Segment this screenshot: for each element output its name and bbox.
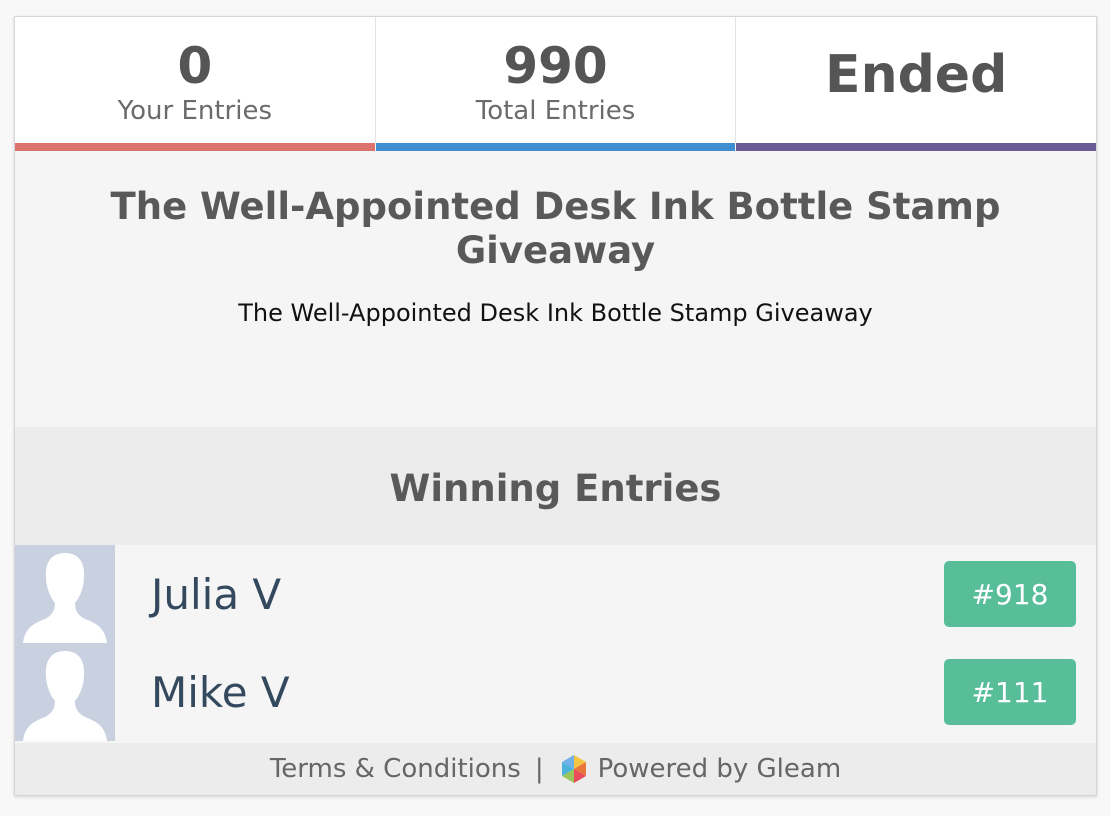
winners-heading: Winning Entries (389, 466, 722, 510)
entry-number-badge: #918 (944, 561, 1076, 627)
giveaway-description-section: The Well-Appointed Desk Ink Bottle Stamp… (15, 151, 1096, 427)
stats-bar: 0 Your Entries 990 Total Entries Ended (15, 17, 1096, 151)
winners-header: Winning Entries (15, 427, 1096, 545)
total-entries-count: 990 (503, 37, 608, 95)
gleam-widget: 0 Your Entries 990 Total Entries Ended T… (14, 16, 1097, 796)
status-stat: Ended (736, 17, 1096, 151)
your-entries-count: 0 (177, 37, 213, 95)
giveaway-status: Ended (825, 45, 1008, 105)
giveaway-title: The Well-Appointed Desk Ink Bottle Stamp… (110, 185, 1001, 272)
entry-number-badge: #111 (944, 659, 1076, 725)
terms-conditions-link[interactable]: Terms & Conditions (270, 754, 521, 784)
avatar (15, 643, 115, 741)
powered-by-label: Powered by Gleam (597, 754, 842, 784)
widget-footer: Terms & Conditions | Powered by Gleam (15, 743, 1096, 795)
footer-separator: | (534, 754, 544, 784)
your-entries-stat: 0 Your Entries (15, 17, 376, 151)
winner-name: Mike V (151, 667, 290, 717)
powered-by-gleam-link[interactable]: Powered by Gleam (558, 753, 842, 785)
gleam-logo-icon (558, 753, 590, 785)
total-entries-stat: 990 Total Entries (375, 17, 737, 151)
total-entries-label: Total Entries (475, 96, 636, 126)
avatar (15, 545, 115, 643)
winner-row: Mike V #111 (15, 643, 1096, 741)
giveaway-description: The Well-Appointed Desk Ink Bottle Stamp… (238, 299, 873, 327)
winner-name: Julia V (151, 569, 282, 619)
your-entries-bar (15, 143, 375, 151)
total-entries-bar (375, 143, 736, 151)
default-user-silhouette-icon (23, 553, 107, 643)
winner-row: Julia V #918 (15, 545, 1096, 643)
status-bar (736, 143, 1096, 151)
default-user-silhouette-icon (23, 651, 107, 741)
your-entries-label: Your Entries (117, 96, 272, 126)
